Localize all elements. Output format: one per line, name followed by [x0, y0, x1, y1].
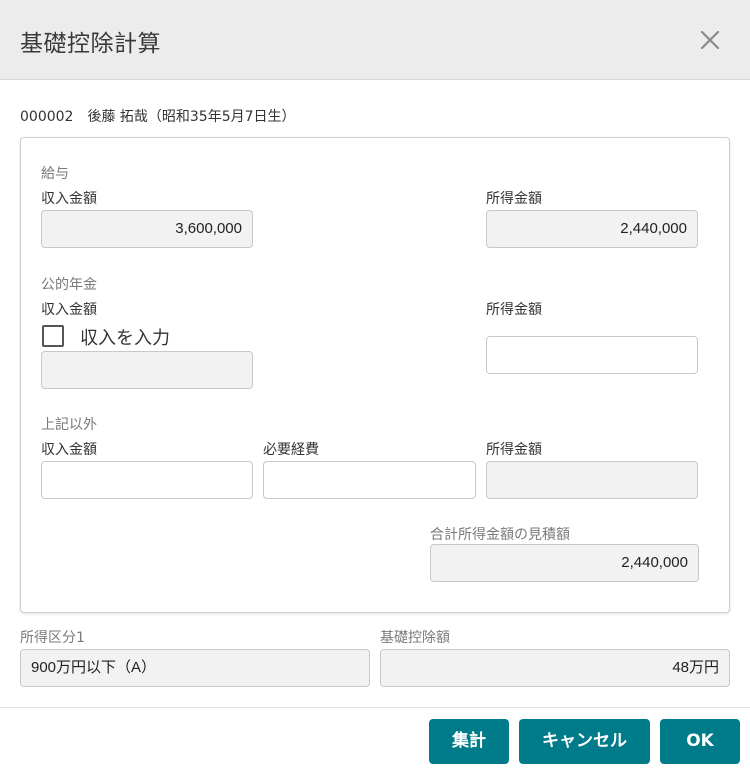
ok-button[interactable]: OK — [660, 719, 740, 764]
pension-section-label: 公的年金 — [41, 277, 97, 293]
other-expense-label: 必要経費 — [263, 442, 319, 458]
total-label: 合計所得金額の見積額 — [430, 527, 570, 543]
category-label: 所得区分1 — [20, 630, 85, 646]
salary-earned-field: 2,440,000 — [486, 210, 698, 248]
income-input-checkbox[interactable] — [42, 325, 64, 347]
person-name: 後藤 拓哉（昭和35年5月7日生） — [87, 109, 296, 125]
category-field: 900万円以下（A） — [20, 649, 370, 687]
footer-divider — [0, 707, 750, 708]
dialog-header: 基礎控除計算 — [0, 0, 750, 80]
other-income-label: 収入金額 — [41, 442, 97, 458]
person-code: 000002 — [20, 109, 74, 125]
calculate-button[interactable]: 集計 — [429, 719, 509, 764]
income-panel: 給与 収入金額 所得金額 3,600,000 2,440,000 公的年金 収入… — [20, 137, 730, 613]
salary-income-field: 3,600,000 — [41, 210, 253, 248]
other-earned-field — [486, 461, 698, 499]
salary-income-label: 収入金額 — [41, 191, 97, 207]
other-income-input[interactable] — [41, 461, 253, 499]
person-info: 000002 後藤 拓哉（昭和35年5月7日生） — [20, 106, 296, 126]
pension-earned-label: 所得金額 — [486, 302, 542, 318]
deduction-field: 48万円 — [380, 649, 730, 687]
close-icon[interactable] — [696, 26, 724, 54]
deduction-label: 基礎控除額 — [380, 630, 450, 646]
salary-section-label: 給与 — [41, 166, 69, 182]
other-earned-label: 所得金額 — [486, 442, 542, 458]
cancel-button[interactable]: キャンセル — [519, 719, 650, 764]
total-field: 2,440,000 — [430, 544, 699, 582]
pension-earned-input[interactable] — [486, 336, 698, 374]
income-input-checkbox-label[interactable]: 収入を入力 — [80, 324, 170, 350]
salary-earned-label: 所得金額 — [486, 191, 542, 207]
pension-income-field — [41, 351, 253, 389]
other-expense-input[interactable] — [263, 461, 476, 499]
pension-income-label: 収入金額 — [41, 302, 97, 318]
other-section-label: 上記以外 — [41, 417, 97, 433]
dialog-title: 基礎控除計算 — [20, 31, 161, 57]
